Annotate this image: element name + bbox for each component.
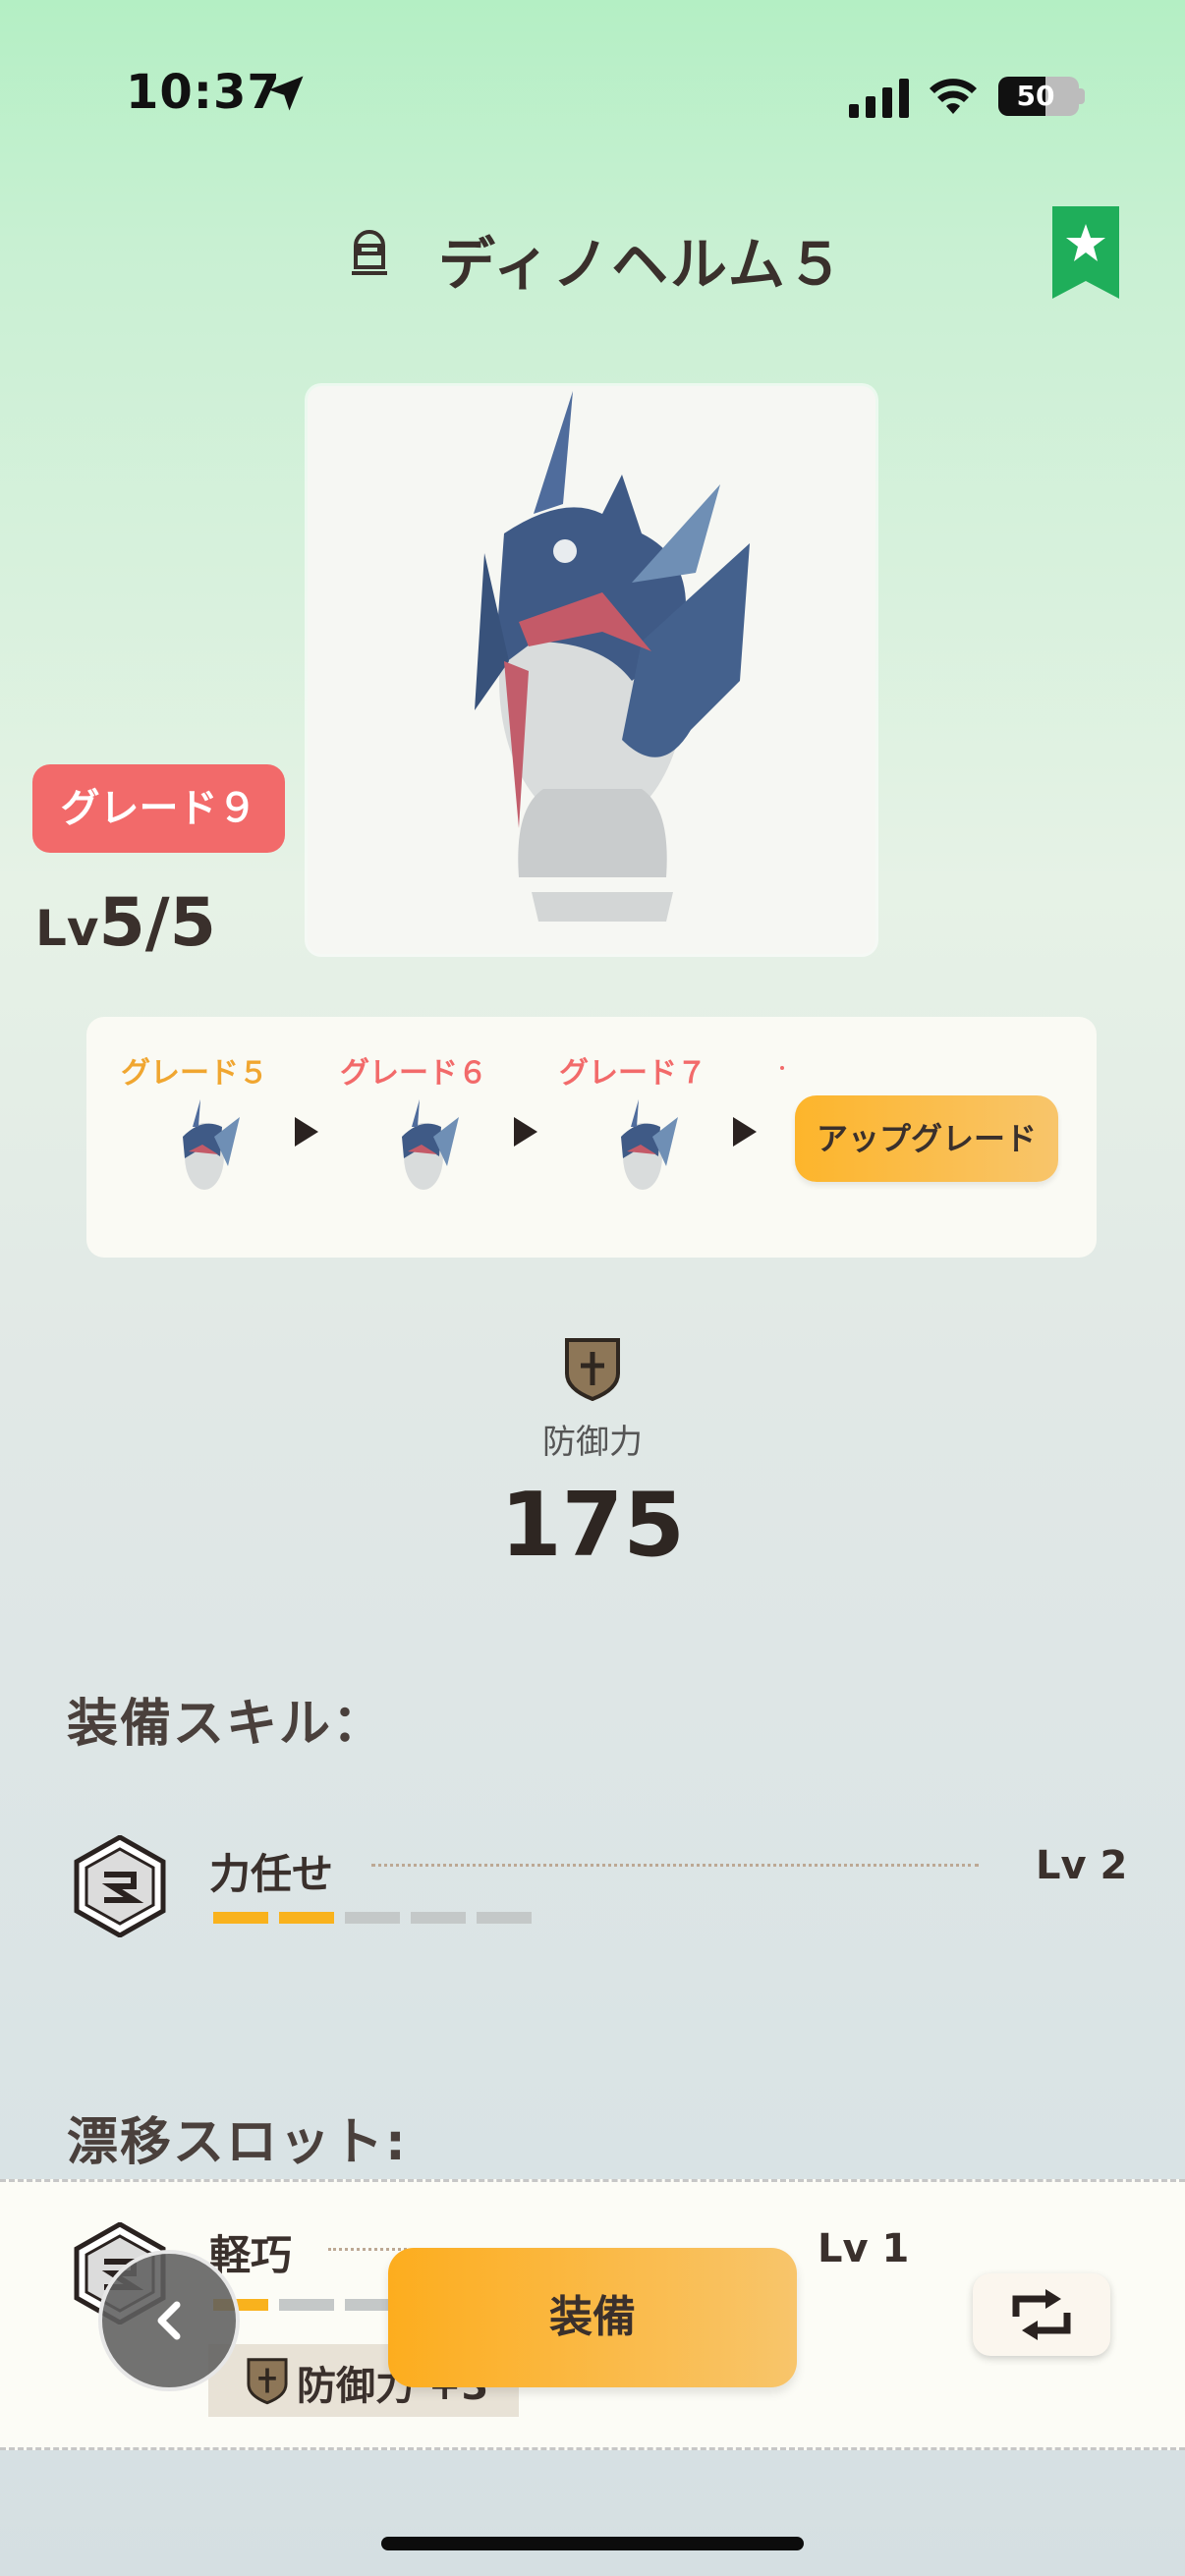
grade-badge: グレード９	[32, 764, 285, 853]
chevron-left-icon	[157, 2301, 181, 2340]
grade-step-dot	[780, 1066, 784, 1070]
skill-level-bar	[213, 1912, 547, 1926]
swap-arrows-icon	[1012, 2289, 1071, 2340]
cellular-signal-icon	[849, 79, 909, 118]
location-arrow-icon	[268, 76, 304, 111]
dotted-leader	[371, 1864, 979, 1867]
upgrade-panel: グレード５ グレード６ グレード７ アップグレード	[86, 1017, 1097, 1258]
shield-plus-icon	[247, 2358, 288, 2405]
bookmark-star-icon[interactable]	[1052, 206, 1119, 299]
shield-plus-icon	[565, 1338, 620, 1401]
arrow-right-icon	[514, 1117, 537, 1147]
back-button[interactable]	[98, 2250, 240, 2391]
wifi-icon	[930, 79, 977, 114]
defense-label: 防御力	[542, 1423, 643, 1462]
level-segment-filled	[213, 1912, 268, 1924]
defense-value: 175	[500, 1474, 685, 1577]
equip-skill-title: 装備スキル：	[67, 1695, 386, 1754]
helmet-thumbnail	[402, 1099, 459, 1190]
grade-step-label: グレード６	[340, 1056, 487, 1091]
level-segment-empty	[345, 1912, 400, 1924]
helmet-thumbnail	[621, 1099, 678, 1190]
level-segment-filled	[279, 1912, 334, 1924]
battery-level: 50	[1016, 80, 1055, 112]
level-value: 5/5	[98, 884, 216, 962]
hexagon-skill-icon	[74, 1835, 166, 1937]
skill-name: 力任せ	[209, 1850, 334, 1898]
grade-step-label: グレード５	[121, 1056, 268, 1091]
level-segment-empty	[477, 1912, 532, 1924]
item-image-card	[308, 386, 875, 954]
arrow-right-icon	[733, 1117, 757, 1147]
grade-step-label: グレード７	[559, 1056, 706, 1091]
drift-slot-title: 漂移スロット:	[67, 2113, 408, 2172]
drift-level-bar	[213, 2299, 410, 2313]
dotted-leader	[328, 2248, 407, 2251]
skill-level: Lv 2	[1036, 1843, 1128, 1888]
helmet-image	[475, 391, 750, 922]
home-indicator	[381, 2537, 804, 2550]
equip-button[interactable]: 装備	[388, 2248, 797, 2387]
drift-slot-level: Lv 1	[818, 2226, 910, 2271]
page-title: ディノヘルム５	[438, 231, 846, 298]
level-prefix: Lv	[35, 900, 99, 957]
status-time: 10:37	[126, 65, 281, 120]
helmet-thumbnail	[183, 1099, 240, 1190]
swap-button[interactable]	[973, 2273, 1110, 2356]
helm-icon	[352, 230, 387, 275]
arrow-right-icon	[295, 1117, 318, 1147]
battery-indicator: 50	[998, 77, 1079, 116]
battery-tip	[1079, 88, 1085, 104]
upgrade-button[interactable]: アップグレード	[795, 1095, 1058, 1182]
level-segment-empty	[411, 1912, 466, 1924]
item-level: Lv5/5	[35, 884, 216, 962]
level-segment-empty	[279, 2299, 334, 2311]
